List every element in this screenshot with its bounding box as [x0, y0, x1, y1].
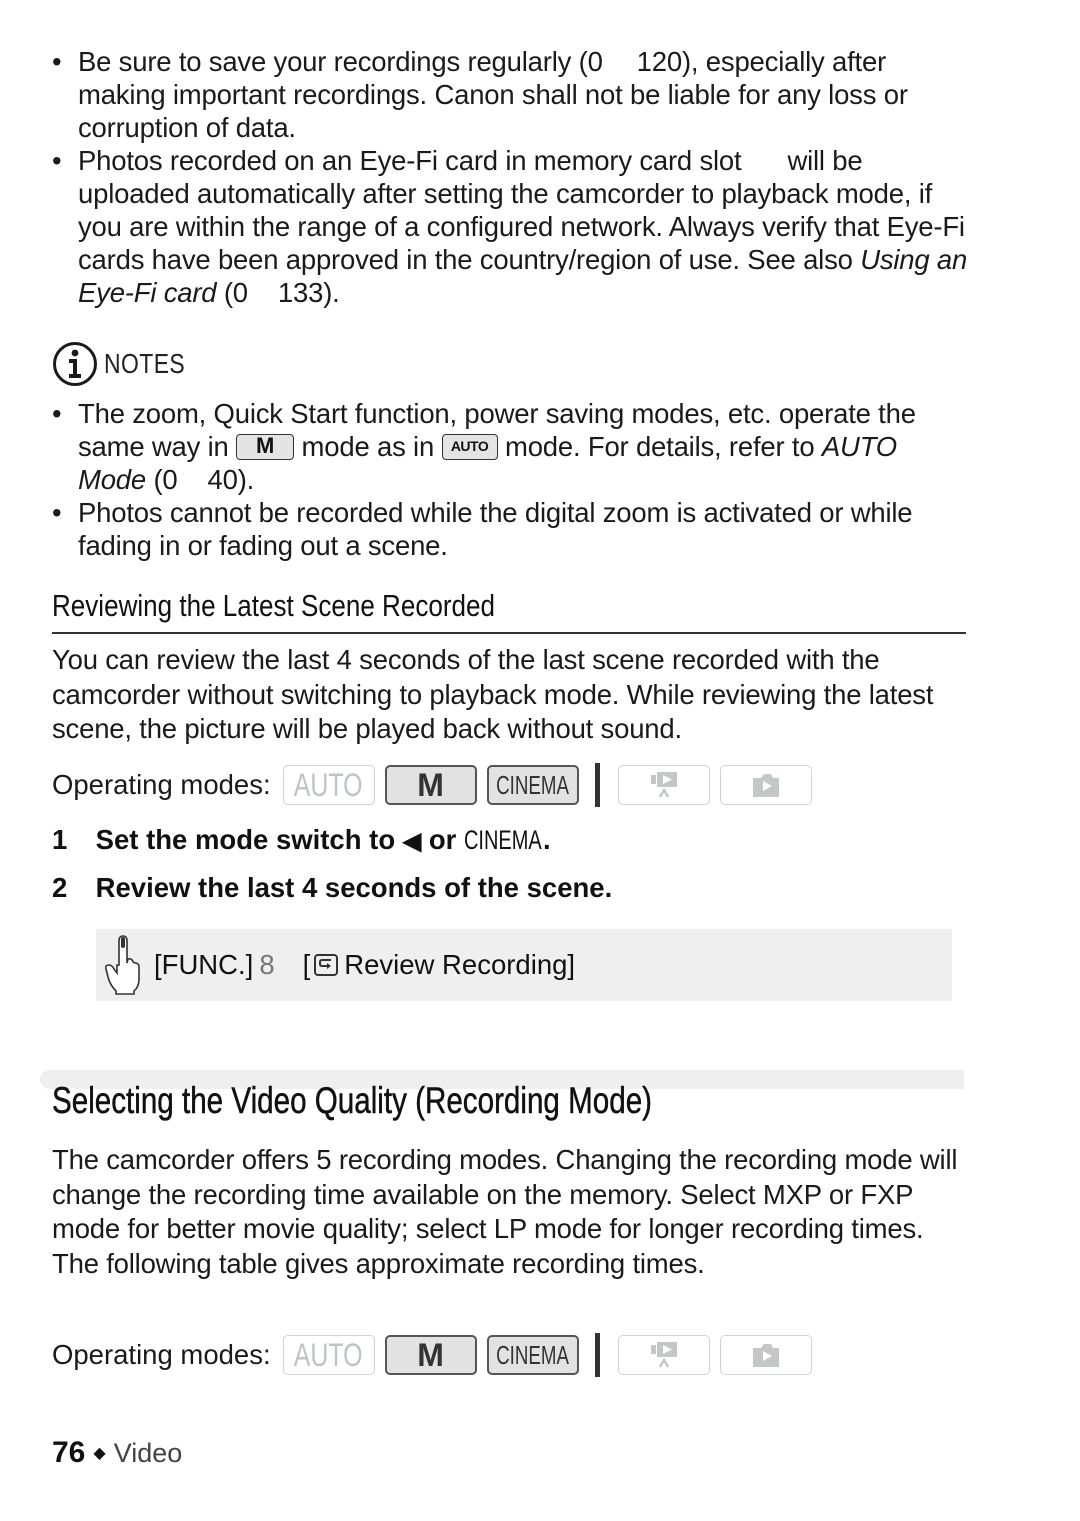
operating-modes-review: Operating modes: AUTO M CINEMA	[52, 763, 822, 807]
note-item: • The zoom, Quick Start function, power …	[52, 398, 916, 495]
mode-separator	[594, 763, 600, 807]
bullet-dot: •	[52, 497, 62, 528]
step-1: 1 Set the mode switch to ◀ or CINEMA.	[52, 824, 551, 855]
page-number: 76	[52, 1436, 86, 1469]
operating-modes-label: Operating modes:	[52, 1339, 271, 1370]
top-bullet-list: • Be sure to save your recordings regula…	[52, 45, 972, 309]
mode-m-active: M	[384, 1335, 477, 1375]
page-ref-link[interactable]: 120	[637, 46, 682, 77]
operating-modes-label: Operating modes:	[52, 769, 271, 800]
func-instruction-box: [FUNC.] 8 [ Review Recording]	[96, 929, 952, 1001]
page-footer: 76 ◆ Video	[52, 1436, 182, 1470]
mode-cinema-active: CINEMA	[486, 1335, 579, 1375]
notes-title: NOTES	[104, 348, 186, 379]
mode-movie-playback-inactive	[617, 765, 710, 805]
bullet-eye-fi: • Photos recorded on an Eye-Fi card in m…	[52, 145, 968, 308]
photo-playback-icon	[752, 1344, 779, 1367]
auto-mode-key-icon: AUTO	[441, 433, 498, 460]
note-item: • Photos cannot be recorded while the di…	[52, 497, 913, 561]
page-ref-symbol: 0	[232, 277, 248, 308]
page-ref-link[interactable]: 133	[278, 277, 323, 308]
section-name: Video	[113, 1437, 183, 1468]
quality-paragraph: The camcorder offers 5 recording modes. …	[52, 1144, 958, 1279]
bullet-dot: •	[52, 46, 62, 77]
touch-hand-icon	[105, 935, 140, 995]
func-button-label: [FUNC.]	[154, 949, 254, 980]
review-paragraph: You can review the last 4 seconds of the…	[52, 644, 934, 744]
subheading-review-latest-scene: Reviewing the Latest Scene Recorded	[52, 588, 495, 623]
mode-m-active: M	[384, 765, 477, 805]
bullet-save-recordings: • Be sure to save your recordings regula…	[52, 46, 908, 143]
m-mode-key-icon: M	[236, 433, 295, 460]
review-recording-icon	[314, 954, 339, 976]
arrow-symbol: 8	[259, 949, 275, 980]
mode-separator	[594, 1333, 600, 1377]
section-title: Selecting the Video Quality (Recording M…	[52, 1080, 653, 1122]
step-number: 1	[52, 824, 68, 855]
step-number: 2	[52, 872, 68, 903]
movie-playback-icon	[650, 772, 677, 798]
mode-movie-playback-inactive	[617, 1335, 710, 1375]
page-ref-symbol: 0	[587, 46, 603, 77]
review-recording-menu-item: Review Recording]	[344, 949, 576, 980]
mode-cinema-active: CINEMA	[486, 765, 579, 805]
mode-auto-inactive: AUTO	[282, 1335, 375, 1375]
step-2: 2 Review the last 4 seconds of the scene…	[52, 872, 613, 903]
diamond-separator-icon: ◆	[93, 1445, 106, 1462]
mode-photo-playback-inactive	[719, 765, 812, 805]
heading-divider	[52, 632, 966, 634]
notes-list: • The zoom, Quick Start function, power …	[52, 397, 972, 562]
notes-header: NOTES	[52, 340, 203, 388]
page-ref-symbol: 0	[162, 464, 178, 495]
page-ref-link[interactable]: 40	[208, 464, 238, 495]
camera-mode-symbol-icon: ◀	[402, 828, 422, 855]
bullet-dot: •	[52, 398, 62, 429]
bullet-dot: •	[52, 145, 62, 176]
mode-photo-playback-inactive	[719, 1335, 812, 1375]
cinema-mode-label: CINEMA	[464, 825, 542, 855]
mode-auto-inactive: AUTO	[282, 765, 375, 805]
operating-modes-quality: Operating modes: AUTO M CINEMA	[52, 1333, 822, 1377]
movie-playback-icon	[650, 1342, 677, 1368]
info-icon	[53, 342, 97, 386]
photo-playback-icon	[752, 774, 779, 797]
